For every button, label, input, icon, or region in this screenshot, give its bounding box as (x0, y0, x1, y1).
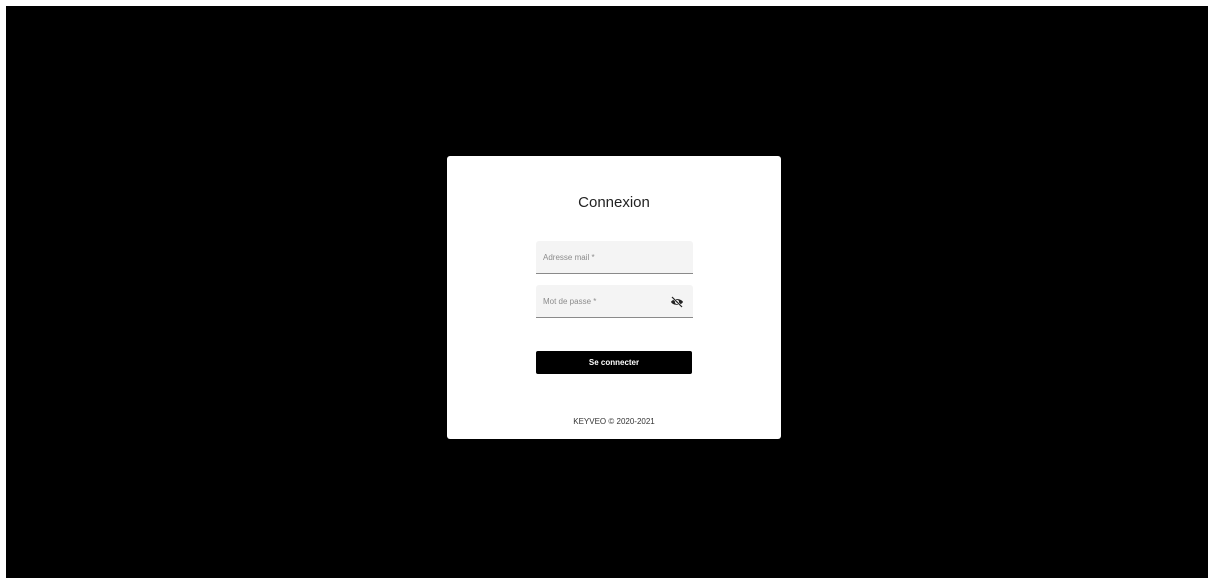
email-field[interactable] (536, 241, 693, 274)
login-button[interactable]: Se connecter (536, 351, 692, 374)
password-field[interactable] (536, 285, 693, 318)
copyright-footer: KEYVEO © 2020-2021 (573, 417, 655, 426)
eye-off-icon[interactable] (670, 295, 684, 308)
login-card: Connexion Se connecter KEYVEO © 2020-202… (447, 156, 781, 439)
email-input[interactable] (543, 241, 663, 273)
page-background: Connexion Se connecter KEYVEO © 2020-202… (6, 6, 1208, 578)
page-title: Connexion (578, 194, 650, 211)
password-input[interactable] (543, 285, 663, 317)
